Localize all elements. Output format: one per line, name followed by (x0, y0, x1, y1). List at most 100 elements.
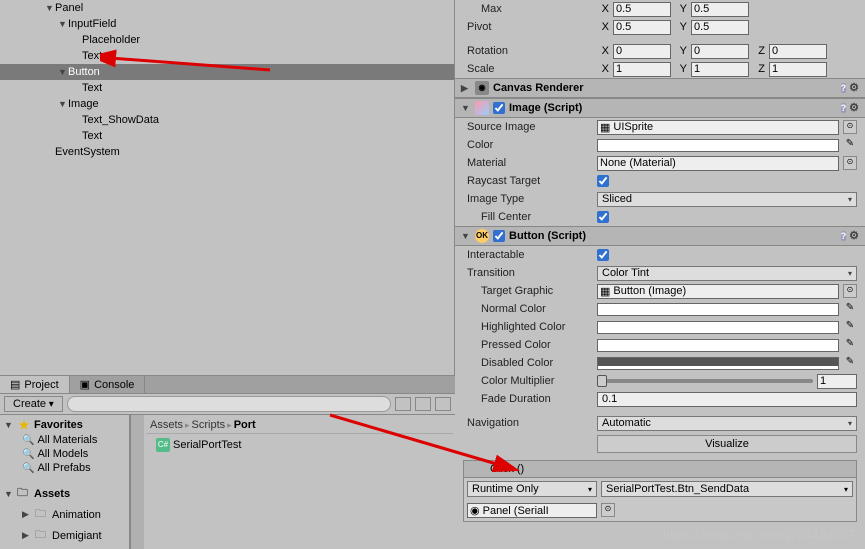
favorite-item[interactable]: 🔍All Prefabs (2, 461, 127, 475)
hierarchy-item-text[interactable]: Text (0, 80, 454, 96)
method-dropdown[interactable]: SerialPortTest.Btn_SendData (601, 481, 853, 497)
pressed-color-field[interactable] (597, 339, 839, 352)
highlighted-color-field[interactable] (597, 321, 839, 334)
image-type-dropdown[interactable]: Sliced (597, 192, 857, 207)
object-picker-icon[interactable]: ⊙ (601, 503, 615, 517)
label-pivot: Pivot (463, 21, 593, 33)
label-fade-duration: Fade Duration (463, 393, 593, 405)
gear-icon[interactable]: ⚙ (849, 82, 859, 94)
eyedropper-icon[interactable]: ✎ (843, 302, 857, 316)
normal-color-field[interactable] (597, 303, 839, 316)
image-component-icon (475, 101, 489, 115)
search-icon: 🔍 (22, 435, 34, 446)
watermark: https://blog.csdn.net/q764424567 (663, 527, 855, 542)
visualize-button[interactable]: Visualize (597, 435, 857, 453)
folder-item[interactable]: ▶🗀Animation (2, 504, 127, 525)
assets-header[interactable]: ▼🗀Assets (2, 483, 127, 504)
target-graphic-field[interactable]: ▦Button (Image) (597, 284, 839, 299)
label-image-type: Image Type (463, 193, 593, 205)
csharp-icon: C# (156, 438, 170, 452)
foldout-icon[interactable]: ▼ (58, 99, 68, 109)
object-picker-icon[interactable]: ⊙ (843, 156, 857, 170)
favorites-header[interactable]: ▼★Favorites (2, 417, 127, 433)
project-sidebar[interactable]: ▼★Favorites 🔍All Materials 🔍All Models 🔍… (0, 415, 130, 549)
scale-y-input[interactable] (691, 62, 749, 77)
scale-x-input[interactable] (613, 62, 671, 77)
foldout-icon[interactable]: ▼ (461, 103, 471, 113)
eyedropper-icon[interactable]: ✎ (843, 356, 857, 370)
max-y-input[interactable] (691, 2, 749, 17)
help-icon[interactable]: ? (841, 83, 847, 93)
onclick-event-list: Click () Runtime Only SerialPortTest.Btn… (463, 460, 857, 522)
foldout-icon[interactable]: ▼ (461, 231, 471, 241)
material-field[interactable]: None (Material) (597, 156, 839, 171)
label-normal-color: Normal Color (463, 303, 593, 315)
max-x-input[interactable] (613, 2, 671, 17)
hierarchy-item-image[interactable]: ▼Image (0, 96, 454, 112)
navigation-dropdown[interactable]: Automatic (597, 416, 857, 431)
object-picker-icon[interactable]: ⊙ (843, 284, 857, 298)
button-enabled-checkbox[interactable] (493, 230, 505, 242)
search-icon: 🔍 (22, 463, 34, 474)
event-target-field[interactable]: ◉Panel (SerialI (467, 503, 597, 518)
pivot-x-input[interactable] (613, 20, 671, 35)
filter-icon[interactable] (395, 397, 411, 411)
label-scale: Scale (463, 63, 593, 75)
tab-console[interactable]: ▣Console (70, 376, 146, 393)
foldout-icon[interactable]: ▶ (461, 83, 471, 94)
save-icon[interactable] (435, 397, 451, 411)
scale-z-input[interactable] (769, 62, 827, 77)
label-source-image: Source Image (463, 121, 593, 133)
help-icon[interactable]: ? (841, 231, 847, 241)
fill-center-checkbox[interactable] (597, 211, 609, 223)
interactable-checkbox[interactable] (597, 249, 609, 261)
label-fill-center: Fill Center (463, 211, 593, 223)
hierarchy-item-inputfield[interactable]: ▼InputField (0, 16, 454, 32)
filter-icon[interactable] (415, 397, 431, 411)
label-raycast: Raycast Target (463, 175, 593, 187)
eyedropper-icon[interactable]: ✎ (843, 338, 857, 352)
image-enabled-checkbox[interactable] (493, 102, 505, 114)
component-image[interactable]: ▼ Image (Script) ? ⚙ (455, 98, 865, 118)
color-multiplier-input[interactable] (817, 374, 857, 389)
label-material: Material (463, 157, 593, 169)
rotation-x-input[interactable] (613, 44, 671, 59)
tab-project[interactable]: ▤Project (0, 376, 70, 393)
label-disabled-color: Disabled Color (463, 357, 593, 369)
fade-duration-input[interactable] (597, 392, 857, 407)
disabled-color-field[interactable] (597, 357, 839, 370)
source-image-field[interactable]: ▦UISprite (597, 120, 839, 135)
eyedropper-icon[interactable]: ✎ (843, 320, 857, 334)
hierarchy-item-panel[interactable]: ▼Panel (0, 0, 454, 16)
project-icon: ▤ (10, 378, 20, 391)
hierarchy-item-eventsystem[interactable]: EventSystem (0, 144, 454, 160)
foldout-icon[interactable]: ▼ (58, 67, 68, 77)
hierarchy-item-textshowdata[interactable]: Text_ShowData (0, 112, 454, 128)
object-picker-icon[interactable]: ⊙ (843, 120, 857, 134)
hierarchy-item-text[interactable]: Text (0, 128, 454, 144)
transition-dropdown[interactable]: Color Tint (597, 266, 857, 281)
help-icon[interactable]: ? (841, 103, 847, 113)
foldout-icon[interactable]: ▼ (58, 19, 68, 29)
gear-icon[interactable]: ⚙ (849, 230, 859, 242)
raycast-checkbox[interactable] (597, 175, 609, 187)
color-field[interactable] (597, 139, 839, 152)
create-button[interactable]: Create ▾ (4, 396, 63, 412)
favorite-item[interactable]: 🔍All Models (2, 447, 127, 461)
runtime-dropdown[interactable]: Runtime Only (467, 481, 597, 497)
button-component-icon: OK (475, 229, 489, 243)
gear-icon[interactable]: ⚙ (849, 102, 859, 114)
component-canvas-renderer[interactable]: ▶ ◉ Canvas Renderer ? ⚙ (455, 78, 865, 98)
component-button[interactable]: ▼ OK Button (Script) ? ⚙ (455, 226, 865, 246)
color-multiplier-slider[interactable] (597, 379, 813, 383)
annotation-arrow (320, 410, 520, 480)
foldout-icon[interactable]: ▼ (45, 3, 55, 13)
rotation-y-input[interactable] (691, 44, 749, 59)
eyedropper-icon[interactable]: ✎ (843, 138, 857, 152)
rotation-z-input[interactable] (769, 44, 827, 59)
scrollbar[interactable] (130, 415, 144, 549)
pivot-y-input[interactable] (691, 20, 749, 35)
label-interactable: Interactable (463, 249, 593, 261)
favorite-item[interactable]: 🔍All Materials (2, 433, 127, 447)
folder-item[interactable]: ▶🗀Demigiant (2, 525, 127, 546)
